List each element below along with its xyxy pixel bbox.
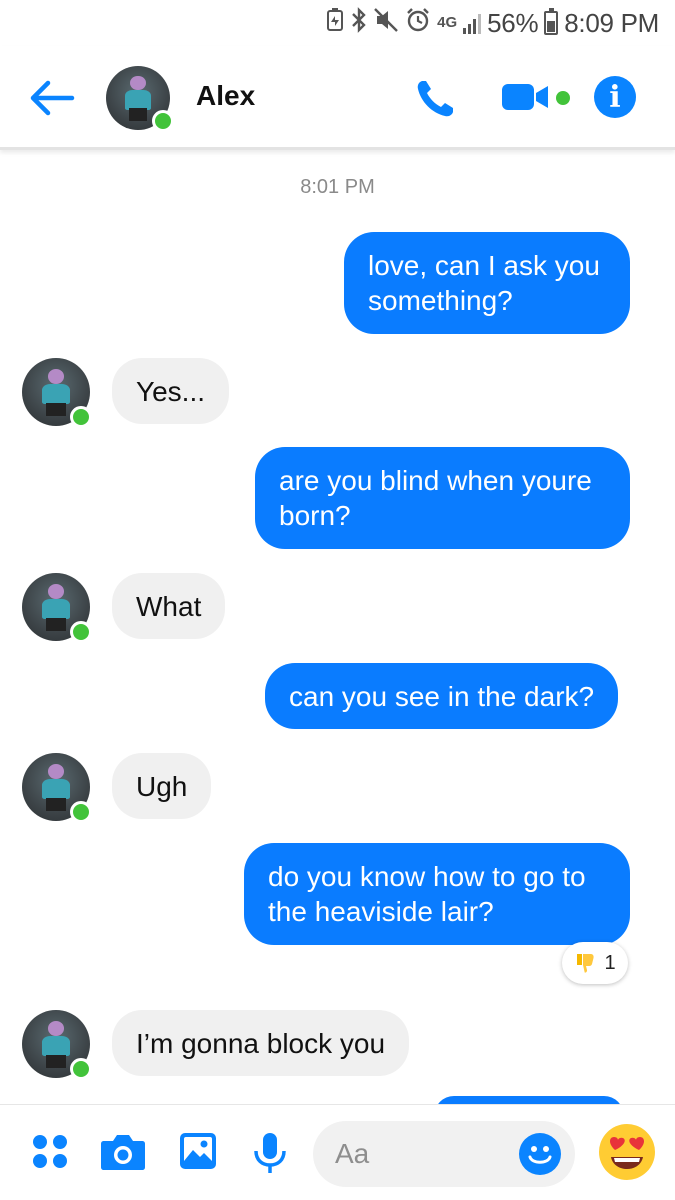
gallery-icon[interactable] [178,1131,222,1175]
sent-message[interactable]: love, can I ask you something? [344,232,630,334]
mute-icon [373,7,399,39]
message-input[interactable] [335,1121,515,1187]
message-reaction[interactable]: 1 [562,942,628,984]
video-call-icon[interactable] [500,82,556,112]
online-indicator [70,621,92,643]
emoji-icon[interactable] [519,1133,561,1175]
message-avatar[interactable] [22,1010,92,1080]
status-bar: 4G 56% 8:09 PM [0,0,675,46]
received-message[interactable]: Yes... [112,358,230,424]
video-active-dot [556,91,570,105]
conversation-timestamp: 8:01 PM [300,176,375,198]
phone-call-icon[interactable] [414,78,456,120]
sent-message[interactable]: are you blind when youre born? [255,447,630,549]
message-composer [0,1104,675,1200]
bluetooth-icon [351,7,367,39]
message-avatar[interactable] [22,753,92,823]
microphone-icon[interactable] [250,1131,294,1175]
chat-header: Alex i [0,46,675,150]
thumbs-down-icon [574,952,596,974]
battery-percent: 56% [487,7,539,38]
message-input-box[interactable] [313,1121,575,1187]
network-type: 4G [437,14,458,31]
sent-message[interactable]: do you know how to go to the heaviside l… [244,843,630,945]
back-arrow-icon[interactable] [28,74,76,122]
camera-icon[interactable] [100,1131,145,1175]
received-message[interactable]: What [112,573,226,639]
battery-icon [544,8,559,35]
reaction-count: 1 [604,951,616,974]
received-message[interactable]: Ugh [112,753,212,819]
sent-message[interactable]: can you see in the dark? [265,663,619,729]
online-indicator [152,110,174,132]
message-avatar[interactable] [22,573,92,643]
more-apps-icon[interactable] [30,1131,74,1175]
contact-avatar[interactable] [106,66,174,132]
info-icon[interactable]: i [594,76,636,118]
online-indicator [70,801,92,823]
contact-name[interactable]: Alex [196,80,255,112]
online-indicator [70,406,92,428]
heart-eyes-emoji-icon[interactable] [596,1121,658,1183]
received-message[interactable]: I’m gonna block you [112,1010,410,1076]
alarm-icon [405,7,431,39]
battery-saver-icon [325,8,345,38]
clock: 8:09 PM [564,7,659,38]
online-indicator [70,1058,92,1080]
message-avatar[interactable] [22,358,92,428]
signal-icon [463,12,482,34]
